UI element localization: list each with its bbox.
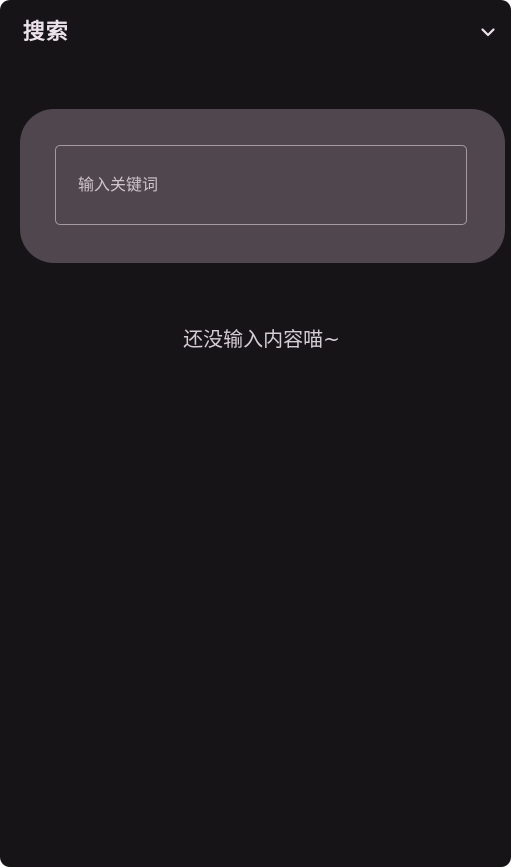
empty-state-message: 还没输入内容喵~ bbox=[183, 327, 340, 351]
page-title: 搜索 bbox=[23, 20, 70, 45]
search-field[interactable] bbox=[55, 145, 467, 225]
search-panel: 搜索 还没输入内容喵~ bbox=[0, 0, 511, 867]
search-input[interactable] bbox=[78, 146, 448, 223]
search-card bbox=[20, 109, 505, 263]
chevron-down-icon bbox=[481, 28, 495, 37]
collapse-button[interactable] bbox=[476, 20, 500, 44]
